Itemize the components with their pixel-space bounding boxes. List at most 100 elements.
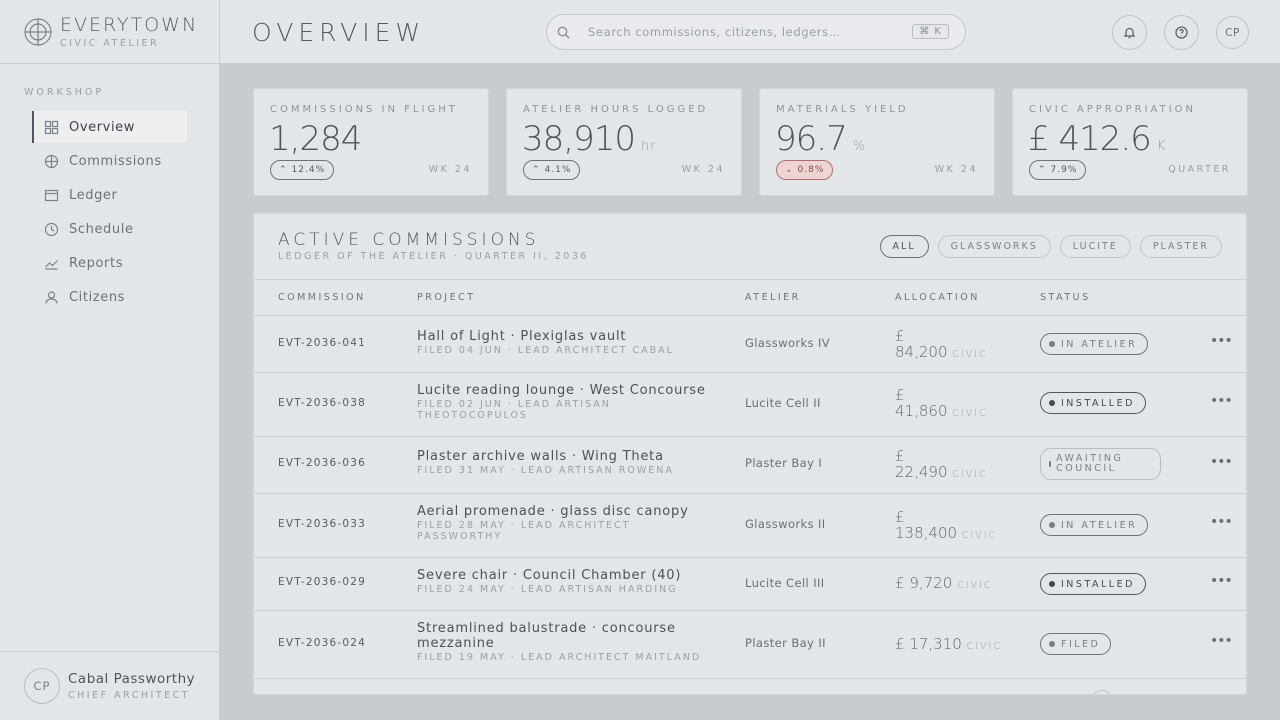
table-row[interactable]: EVT-2036-024 Streamlined balustrade · co…: [254, 611, 1246, 679]
kpi-number: 38,910: [522, 119, 636, 159]
status-badge: IN ATELIER: [1040, 333, 1149, 355]
sidebar-item-commissions[interactable]: Commissions: [32, 145, 187, 177]
sidebar-item-ledger[interactable]: Ledger: [32, 179, 187, 211]
grid-icon: [44, 120, 59, 134]
sidebar-item-schedule[interactable]: Schedule: [32, 213, 187, 245]
logo-icon: [24, 18, 52, 45]
project-cell: Plaster archive walls · Wing Theta FILED…: [417, 449, 707, 476]
status-label: INSTALLED: [1061, 397, 1135, 409]
topbar: OVERVIEW ⌘ K CP: [220, 0, 1280, 64]
status-badge: AWAITING COUNCIL: [1040, 448, 1161, 480]
kpi-change-badge: ⌃ 4.1%: [523, 160, 581, 180]
shortcut-hint: ⌘ K: [912, 24, 949, 39]
column-header-atelier[interactable]: ATELIER: [745, 292, 801, 303]
filter-lucite[interactable]: LUCITE: [1059, 235, 1131, 258]
column-header-allocation[interactable]: ALLOCATION: [895, 292, 980, 303]
allocation-unit: CIVIC: [952, 408, 988, 419]
column-header-project[interactable]: PROJECT: [417, 292, 476, 303]
project-meta: FILED 04 JUN · LEAD ARCHITECT CABAL: [417, 345, 674, 356]
project-meta: FILED 31 MAY · LEAD ARTISAN ROWENA: [417, 465, 674, 476]
brand[interactable]: EVERYTOWN CIVIC ATELIER: [0, 0, 219, 64]
project-title: Lucite reading lounge · West Concourse: [417, 383, 706, 398]
search-input[interactable]: [588, 25, 888, 39]
table-row[interactable]: EVT-2036-036 Plaster archive walls · Win…: [254, 437, 1246, 494]
more-options-button[interactable]: •••: [1210, 454, 1233, 470]
kpi-card-commissions[interactable]: COMMISSIONS IN FLIGHT 1,284 ⌃ 12.4% WK 24: [253, 88, 489, 196]
more-options-button[interactable]: •••: [1210, 573, 1233, 589]
kpi-period: QUARTER: [1168, 164, 1231, 175]
clock-icon: [44, 222, 59, 236]
project-cell: Lucite reading lounge · West Concourse F…: [417, 383, 705, 421]
filter-all[interactable]: ALL: [879, 235, 929, 258]
filter-plaster[interactable]: PLASTER: [1139, 235, 1222, 258]
kpi-label: CIVIC APPROPRIATION: [1029, 104, 1197, 115]
kpi-number: 1,284: [269, 119, 362, 159]
sidebar-item-reports[interactable]: Reports: [32, 247, 187, 279]
brand-name: EVERYTOWN: [60, 13, 199, 36]
allocation: £84,200 CIVIC: [895, 328, 1020, 363]
kpi-change-badge: ⌃ 7.9%: [1029, 160, 1087, 180]
filter-glassworks[interactable]: GLASSWORKS: [937, 235, 1051, 258]
more-options-button[interactable]: •••: [1210, 333, 1233, 349]
commission-id: EVT-2036-024: [278, 637, 367, 649]
status-badge: INSTALLED: [1040, 573, 1146, 595]
kpi-value: 38,910 hr: [522, 119, 657, 159]
commission-id: EVT-2036-041: [278, 337, 367, 349]
pagination-control[interactable]: [1092, 690, 1112, 694]
table-row[interactable]: EVT-2036-041 Hall of Light · Plexiglas v…: [254, 316, 1246, 373]
status-label: AWAITING COUNCIL: [1056, 453, 1124, 474]
kpi-change-value: 4.1%: [544, 165, 572, 175]
table-row[interactable]: EVT-2036-038 Lucite reading lounge · Wes…: [254, 373, 1246, 437]
kpi-value: £ 412.6 K: [1028, 119, 1166, 159]
help-button[interactable]: [1164, 15, 1199, 50]
more-options-button[interactable]: •••: [1210, 393, 1233, 409]
allocation: £ 9,720 CIVIC: [895, 575, 1020, 594]
status-dot-icon: [1049, 341, 1055, 347]
search-bar[interactable]: ⌘ K: [546, 14, 966, 50]
table-row[interactable]: EVT-2036-033 Aerial promenade · glass di…: [254, 494, 1246, 558]
notifications-button[interactable]: [1112, 15, 1147, 50]
commission-id: EVT-2036-038: [278, 397, 367, 409]
kpi-card-appropriation[interactable]: CIVIC APPROPRIATION £ 412.6 K ⌃ 7.9% QUART…: [1012, 88, 1248, 196]
project-title: Hall of Light · Plexiglas vault: [417, 329, 627, 344]
kpi-card-materials[interactable]: MATERIALS YIELD 96.7% ⌄ 0.8% WK 24: [759, 88, 995, 196]
user-role: CHIEF ARCHITECT: [68, 690, 191, 701]
arrow-up-icon: ⌃: [532, 165, 541, 175]
allocation-amount: 138,400: [895, 524, 958, 542]
status-label: IN ATELIER: [1061, 519, 1138, 531]
commissions-panel: ACTIVE COMMISSIONS LEDGER OF THE ATELIER…: [253, 213, 1247, 695]
ledger-icon: [44, 189, 59, 201]
allocation-unit: CIVIC: [966, 641, 1002, 652]
user-profile[interactable]: CP Cabal Passworthy CHIEF ARCHITECT: [0, 651, 219, 720]
kpi-change-badge: ⌃ 12.4%: [270, 160, 335, 180]
kpi-card-hours[interactable]: ATELIER HOURS LOGGED 38,910 hr ⌃ 4.1% WK 2…: [506, 88, 742, 196]
project-title: Severe chair · Council Chamber (40): [417, 568, 682, 583]
table-row[interactable]: EVT-2036-029 Severe chair · Council Cham…: [254, 558, 1246, 611]
status-label: INSTALLED: [1061, 578, 1135, 590]
column-header-commission[interactable]: COMMISSION: [278, 292, 366, 303]
status-label: FILED: [1061, 638, 1101, 650]
more-options-button[interactable]: •••: [1210, 514, 1233, 530]
column-header-status[interactable]: STATUS: [1040, 292, 1091, 303]
project-cell: Severe chair · Council Chamber (40) FILE…: [417, 568, 707, 595]
allocation-amount: 41,860: [895, 402, 948, 420]
allocation-unit: CIVIC: [957, 580, 993, 591]
status-dot-icon: [1049, 581, 1055, 587]
kpi-period: WK 24: [681, 164, 725, 175]
project-title: Plaster archive walls · Wing Theta: [417, 449, 664, 464]
bell-icon: [1123, 27, 1136, 39]
kpi-change-value: 0.8%: [797, 165, 825, 175]
panel-subtitle: LEDGER OF THE ATELIER · QUARTER II, 2036: [278, 251, 589, 262]
project-meta: FILED 19 MAY · LEAD ARCHITECT MAITLAND: [417, 652, 702, 663]
kpi-unit: K: [1156, 139, 1167, 154]
brand-subtitle: CIVIC ATELIER: [60, 37, 160, 49]
kpi-number: 96.7: [775, 119, 848, 159]
more-options-button[interactable]: •••: [1210, 633, 1233, 649]
sidebar-item-overview[interactable]: Overview: [32, 111, 187, 143]
status-badge: FILED: [1040, 633, 1112, 655]
atelier-name: Lucite Cell III: [745, 576, 825, 590]
profile-button[interactable]: CP: [1216, 16, 1249, 49]
sidebar-item-citizens[interactable]: Citizens: [32, 281, 187, 313]
kpi-change-value: 7.9%: [1050, 165, 1078, 175]
status-badge: IN ATELIER: [1040, 514, 1149, 536]
